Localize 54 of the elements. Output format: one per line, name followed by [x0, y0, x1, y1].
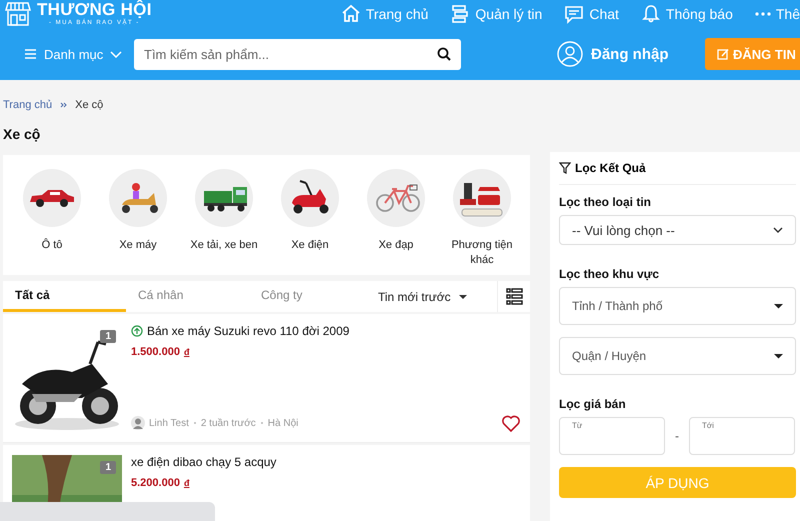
list-view-icon[interactable] [506, 288, 522, 305]
select-field[interactable]: -- Vui lòng chọn -- [559, 215, 796, 245]
photo-count-badge: 1 [100, 330, 116, 343]
caret-icon [458, 294, 467, 298]
filter-label: Lọc giá bán [559, 397, 627, 411]
category-label[interactable]: Xe đạp [353, 238, 439, 253]
heart-icon[interactable] [502, 415, 520, 432]
bell-icon [640, 4, 661, 24]
listing-card[interactable]: 1 Bán xe máy Suzuki revo 110 đời 2009 1.500.000 đ Linh Test 2 tuần trước Hà Nội [3, 314, 530, 443]
more-icon [754, 12, 771, 16]
breadcrumb-current: Xe cộ [75, 99, 104, 111]
category-label[interactable]: Ô tô [9, 238, 95, 253]
caret-icon [774, 354, 783, 358]
list-icon [450, 4, 470, 24]
listing-price: 5.200.000 đ [131, 477, 190, 489]
breadcrumb-link[interactable]: Trang chủ [3, 99, 52, 111]
seller-name: Linh Test [149, 418, 189, 428]
listing-price: 1.500.000 đ [131, 346, 190, 358]
shop-logo-icon [4, 1, 32, 27]
chevron-down-icon [110, 50, 122, 58]
filter-label: Lọc theo loại tin [559, 195, 652, 209]
range-separator: - [675, 429, 679, 443]
price-from-field[interactable]: Từ [559, 417, 665, 455]
avatar-icon [131, 416, 145, 430]
listing-meta: Hà Nội [268, 418, 298, 428]
car-icon [30, 190, 74, 206]
page-title: Xe cộ [3, 126, 40, 142]
sort-dropdown[interactable]: Tin mới trước [378, 281, 492, 312]
category-label[interactable]: Phương tiện khác [439, 238, 525, 268]
filter-icon [559, 162, 571, 174]
listing-title[interactable]: Bán xe máy Suzuki revo 110 đời 2009 [147, 324, 350, 338]
filter-title: Lọc Kết Quả [575, 161, 646, 175]
category-label[interactable]: Xe điện [267, 238, 353, 253]
edit-icon [717, 48, 729, 60]
filter-tab[interactable]: Cá nhân [126, 281, 249, 312]
price-to-field[interactable]: Tới [689, 417, 795, 455]
search-icon [437, 47, 451, 61]
home-icon [340, 4, 361, 24]
menu-icon [24, 48, 37, 60]
chat-icon [564, 4, 584, 24]
category-label[interactable]: Xe tải, xe ben [181, 238, 267, 253]
caret-icon [774, 304, 783, 308]
search-field[interactable]: Tìm kiếm sản phẩm... [134, 38, 461, 70]
user-icon [557, 41, 583, 67]
category-label[interactable]: Xe máy [95, 238, 181, 253]
listing-meta: 2 tuần trước [200, 418, 256, 428]
chevron-down-icon [773, 227, 783, 233]
select-field[interactable]: Quận / Huyện [559, 337, 796, 375]
listing-title[interactable]: xe điện dibao chạy 5 acquy [131, 455, 276, 469]
filter-label: Lọc theo khu vực [559, 267, 660, 281]
breadcrumb-separator-icon [60, 102, 68, 108]
photo-count-badge: 1 [100, 461, 116, 474]
filter-tab[interactable]: Công ty [249, 281, 372, 312]
select-field[interactable]: Tỉnh / Thành phố [559, 287, 796, 325]
